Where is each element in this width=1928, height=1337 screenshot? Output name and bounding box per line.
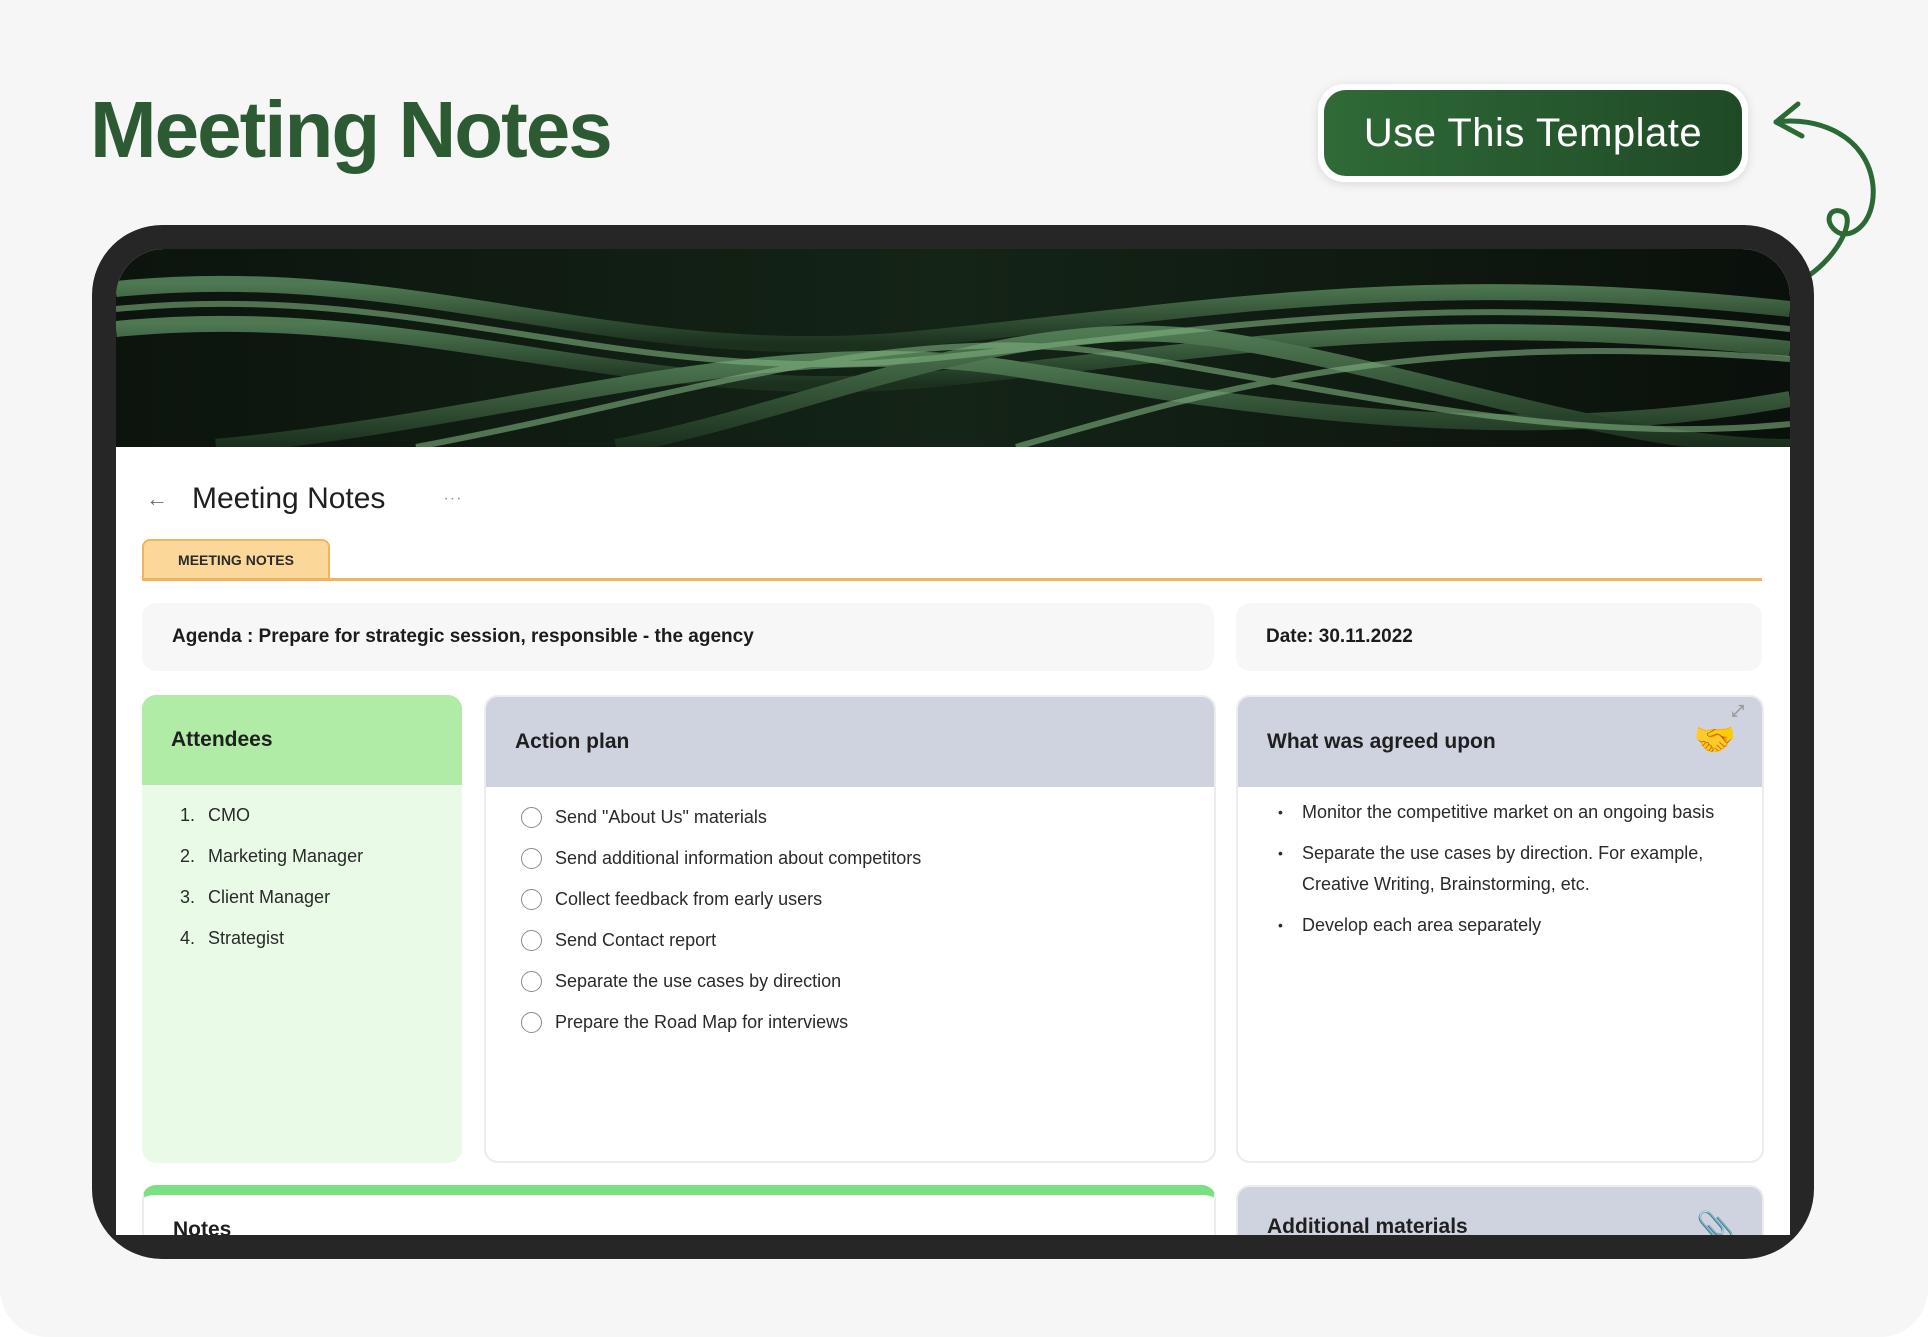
todo-item[interactable]: Collect feedback from early users xyxy=(486,879,1214,920)
checkbox[interactable] xyxy=(521,889,542,910)
device-screen: ← Meeting Notes ··· MEETING NOTES Agenda… xyxy=(116,249,1790,1235)
action-plan-title: Action plan xyxy=(486,697,1214,787)
cover-image xyxy=(116,249,1790,447)
doc-title: Meeting Notes xyxy=(192,482,386,515)
template-preview-page: Meeting Notes Use This Template ← Meetin… xyxy=(0,0,1928,1337)
handshake-icon: 🤝 xyxy=(1693,721,1736,759)
list-item[interactable]: 1. CMO xyxy=(142,795,462,836)
list-item[interactable]: 2. Marketing Manager xyxy=(142,836,462,877)
notes-card: Notes xyxy=(142,1185,1216,1235)
agreed-list: • Monitor the competitive market on an on… xyxy=(1238,787,1762,941)
checkbox[interactable] xyxy=(521,971,542,992)
paperclip-icon: 📎 xyxy=(1696,1210,1736,1235)
additional-materials-card: Additional materials 📎 xyxy=(1236,1185,1764,1235)
date-box[interactable]: Date: 30.11.2022 xyxy=(1236,603,1762,671)
agreed-title: What was agreed upon xyxy=(1267,730,1496,753)
more-options-icon[interactable]: ··· xyxy=(443,490,462,508)
list-item[interactable]: 4. Strategist xyxy=(142,918,462,959)
tab-underline xyxy=(142,578,1762,581)
todo-item[interactable]: Prepare the Road Map for interviews xyxy=(486,1002,1214,1043)
list-item[interactable]: • Monitor the competitive market on an on… xyxy=(1278,797,1732,828)
list-item[interactable]: • Separate the use cases by direction. Fo… xyxy=(1278,838,1732,900)
doc-header: ← Meeting Notes ··· xyxy=(146,479,462,519)
tab-meeting-notes[interactable]: MEETING NOTES xyxy=(142,539,330,579)
checkbox[interactable] xyxy=(521,807,542,828)
notes-title: Notes xyxy=(173,1218,232,1235)
attendees-list: 1. CMO 2. Marketing Manager 3. Client Manag… xyxy=(142,785,462,959)
todo-item[interactable]: Separate the use cases by direction xyxy=(486,961,1214,1002)
action-plan-list: Send "About Us" materials Send additiona… xyxy=(486,787,1214,1043)
agreed-card: What was agreed upon ⤢ 🤝 • Monitor the co… xyxy=(1236,695,1764,1163)
attendees-card: Attendees 1. CMO 2. Marketing Manager 3. Cl… xyxy=(142,695,462,1163)
todo-item[interactable]: Send "About Us" materials xyxy=(486,797,1214,838)
todo-item[interactable]: Send additional information about compet… xyxy=(486,838,1214,879)
todo-item[interactable]: Send Contact report xyxy=(486,920,1214,961)
additional-header: Additional materials 📎 xyxy=(1238,1187,1762,1235)
use-template-button[interactable]: Use This Template xyxy=(1318,84,1748,182)
use-template-label[interactable]: Use This Template xyxy=(1324,90,1742,176)
agenda-box[interactable]: Agenda : Prepare for strategic session, … xyxy=(142,603,1214,671)
checkbox[interactable] xyxy=(521,1012,542,1033)
checkbox[interactable] xyxy=(521,848,542,869)
action-plan-card: Action plan Send "About Us" materials Se… xyxy=(484,695,1216,1163)
agreed-header: What was agreed upon ⤢ 🤝 xyxy=(1238,697,1762,787)
device-frame: ← Meeting Notes ··· MEETING NOTES Agenda… xyxy=(92,225,1814,1259)
checkbox[interactable] xyxy=(521,930,542,951)
expand-icon[interactable]: ⤢ xyxy=(1731,703,1744,721)
list-item[interactable]: • Develop each area separately xyxy=(1278,910,1732,941)
page-title: Meeting Notes xyxy=(90,85,613,174)
additional-title: Additional materials xyxy=(1267,1215,1468,1235)
back-arrow-icon[interactable]: ← xyxy=(146,486,192,512)
attendees-title: Attendees xyxy=(142,695,462,785)
list-item[interactable]: 3. Client Manager xyxy=(142,877,462,918)
